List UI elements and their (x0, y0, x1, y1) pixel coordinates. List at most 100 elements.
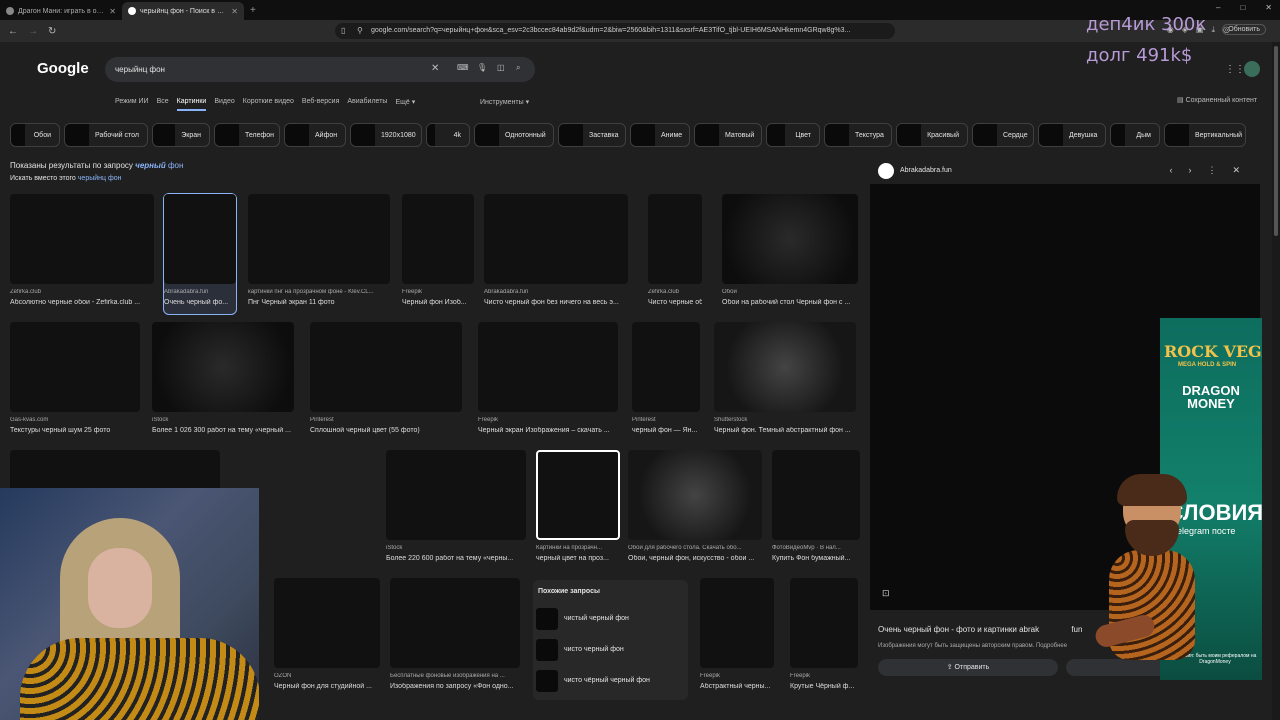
result-caption[interactable]: Более 1 026 300 работ на тему «черный ..… (152, 427, 294, 434)
result-thumbnail[interactable] (386, 450, 526, 540)
lens-search-icon[interactable]: ⊡ (882, 588, 890, 599)
avatar[interactable] (1244, 61, 1260, 77)
result-thumbnail[interactable] (790, 578, 858, 668)
address-bar[interactable]: ▯ ⚲ google.com/search?q=черыйнц+фон&sca_… (335, 23, 895, 39)
image-result[interactable]: Бесплатные фоновые изображения на ... Изо… (390, 578, 520, 698)
result-caption[interactable]: Более 220 600 работ на тему «черны... (386, 555, 526, 562)
result-caption[interactable]: Абсолютно черные обои - Zefirka.club ... (10, 299, 154, 306)
filter-web[interactable]: Веб-версия (302, 98, 339, 111)
image-result[interactable]: Картинки на прозрачн... черный цвет на пр… (536, 450, 620, 570)
next-icon[interactable]: › (1188, 165, 1191, 176)
saved-content-link[interactable]: ▤ Сохраненный контент (1177, 96, 1257, 104)
reload-icon[interactable]: ↻ (48, 26, 60, 37)
chip-3[interactable]: Телефон (214, 123, 280, 147)
result-caption[interactable]: черный фон — Ян... (632, 427, 700, 434)
result-thumbnail[interactable] (700, 578, 774, 668)
chip-13[interactable]: Красивый (896, 123, 968, 147)
result-thumbnail[interactable] (152, 322, 294, 412)
scrollbar-thumb[interactable] (1274, 46, 1278, 236)
chip-7[interactable]: Однотонный (474, 123, 554, 147)
result-source[interactable]: Freepik (478, 417, 618, 423)
result-thumbnail[interactable] (536, 450, 620, 540)
result-caption[interactable]: Обои на рабочий стол Черный фон с ... (722, 299, 858, 306)
minimize-button[interactable]: – (1216, 3, 1220, 12)
more-icon[interactable]: ⋮ (1207, 165, 1216, 176)
image-result[interactable]: Обои для рабочего стола. Скачать обо... О… (628, 450, 762, 570)
result-source[interactable]: iStock (152, 417, 294, 423)
filter-video[interactable]: Видео (214, 98, 234, 111)
filter-more[interactable]: Ещё ▾ (395, 98, 415, 111)
mic-icon[interactable]: 🎙 (477, 63, 487, 72)
result-thumbnail[interactable] (714, 322, 856, 412)
chip-8[interactable]: Заставка (558, 123, 626, 147)
preview-title[interactable]: Очень черный фон - фото и картинки abrak… (878, 625, 1082, 634)
result-source[interactable]: картинки пнг на прозрачном фоне - Klev.C… (248, 289, 390, 295)
image-result[interactable]: Freepik Крутые Чёрный ф... (790, 578, 858, 698)
shown-query-bold[interactable]: черный (135, 161, 166, 170)
chip-2[interactable]: Экран (152, 123, 210, 147)
google-logo[interactable]: Google (37, 60, 89, 77)
clear-icon[interactable]: ✕ (431, 63, 439, 74)
result-source[interactable]: iStock (386, 545, 526, 551)
image-result[interactable]: Обои Обои на рабочий стол Черный фон с ..… (722, 194, 858, 314)
image-result[interactable]: iStock Более 220 600 работ на тему «черны… (386, 450, 526, 570)
browser-tab-active[interactable]: черыйнц фон - Поиск в Google ✕ (122, 2, 244, 20)
filter-flights[interactable]: Авиабилеты (347, 98, 387, 111)
result-source[interactable]: Shutterstock (714, 417, 856, 423)
shown-query-rest[interactable]: фон (168, 161, 183, 170)
result-caption[interactable]: Черный фон Изоб... (402, 299, 474, 306)
bookmark-icon[interactable]: ▯ (341, 26, 345, 35)
maximize-button[interactable]: □ (1240, 3, 1245, 12)
result-caption[interactable]: Обои, черный фон, искусство - обои ... (628, 555, 762, 562)
result-source[interactable]: Pinterest (310, 417, 462, 423)
search-instead-link[interactable]: черыйнц фон (78, 175, 122, 182)
chip-9[interactable]: Аниме (630, 123, 690, 147)
update-button[interactable]: Обновить (1222, 24, 1266, 35)
image-result[interactable]: Shutterstock Черный фон. Темный абстрактн… (714, 322, 856, 442)
result-thumbnail[interactable] (484, 194, 628, 284)
result-thumbnail[interactable] (390, 578, 520, 668)
result-caption[interactable]: Пнг Черный экран 11 фото (248, 299, 390, 306)
forward-icon[interactable]: → (28, 26, 40, 37)
image-result[interactable]: Freepik Абстрактный черны... (700, 578, 774, 698)
result-caption[interactable]: Крутые Чёрный ф... (790, 683, 858, 690)
image-result[interactable]: ФотоВидеоMvp · В нал... Купить Фон бумажн… (772, 450, 860, 570)
image-result[interactable]: Pinterest черный фон — Ян... (632, 322, 700, 442)
download-icon[interactable]: ⤓ (1211, 25, 1215, 35)
image-result[interactable]: картинки пнг на прозрачном фоне - Klev.C… (248, 194, 390, 314)
filter-images[interactable]: Картинки (176, 98, 207, 111)
result-thumbnail[interactable] (632, 322, 700, 412)
related-item[interactable]: чистый черный фон (533, 603, 688, 634)
scrollbar[interactable] (1272, 42, 1280, 720)
result-thumbnail[interactable] (772, 450, 860, 540)
site-info-icon[interactable]: ⚲ (357, 26, 363, 35)
result-source[interactable]: Freepik (402, 289, 474, 295)
image-result[interactable]: Freepik Черный фон Изоб... (402, 194, 474, 314)
result-source[interactable]: Freepik (790, 673, 858, 679)
result-caption[interactable]: Черный фон. Темный абстрактный фон ... (714, 427, 856, 434)
chip-0[interactable]: Обои (10, 123, 60, 147)
close-tab-icon[interactable]: ✕ (109, 7, 116, 16)
tools-dropdown[interactable]: Инструменты ▾ (480, 98, 529, 106)
result-source[interactable]: OZON (274, 673, 380, 679)
image-result[interactable]: iStock Более 1 026 300 работ на тему «чер… (152, 322, 294, 442)
close-tab-icon[interactable]: ✕ (231, 7, 238, 16)
result-source[interactable]: Abrakadabra.fun (484, 289, 628, 295)
result-thumbnail[interactable] (478, 322, 618, 412)
filter-short-video[interactable]: Короткие видео (243, 98, 294, 111)
image-result[interactable]: Freepik Черный экран Изображения – скачат… (478, 322, 618, 442)
result-caption[interactable]: Чисто черный фон без ничего на весь э... (484, 299, 628, 306)
search-query[interactable]: черыйнц фон (115, 65, 165, 74)
image-result[interactable]: Abrakadabra.fun Очень черный фо... (163, 193, 237, 315)
image-result[interactable]: Zefirka.club Чисто черные обо... (648, 194, 702, 314)
chip-17[interactable]: Вертикальный (1164, 123, 1246, 147)
result-caption[interactable]: Черный экран Изображения – скачать ... (478, 427, 618, 434)
chip-10[interactable]: Матовый (694, 123, 762, 147)
apps-grid-icon[interactable]: ⋮⋮ (1225, 64, 1245, 75)
result-source[interactable]: Обои (722, 289, 858, 295)
prev-icon[interactable]: ‹ (1169, 165, 1172, 176)
result-source[interactable]: Zefirka.club (10, 289, 154, 295)
result-caption[interactable]: Чисто черные обо... (648, 299, 702, 306)
related-item[interactable]: чисто черный фон (533, 634, 688, 665)
search-icon[interactable]: ⌕ (516, 63, 520, 73)
